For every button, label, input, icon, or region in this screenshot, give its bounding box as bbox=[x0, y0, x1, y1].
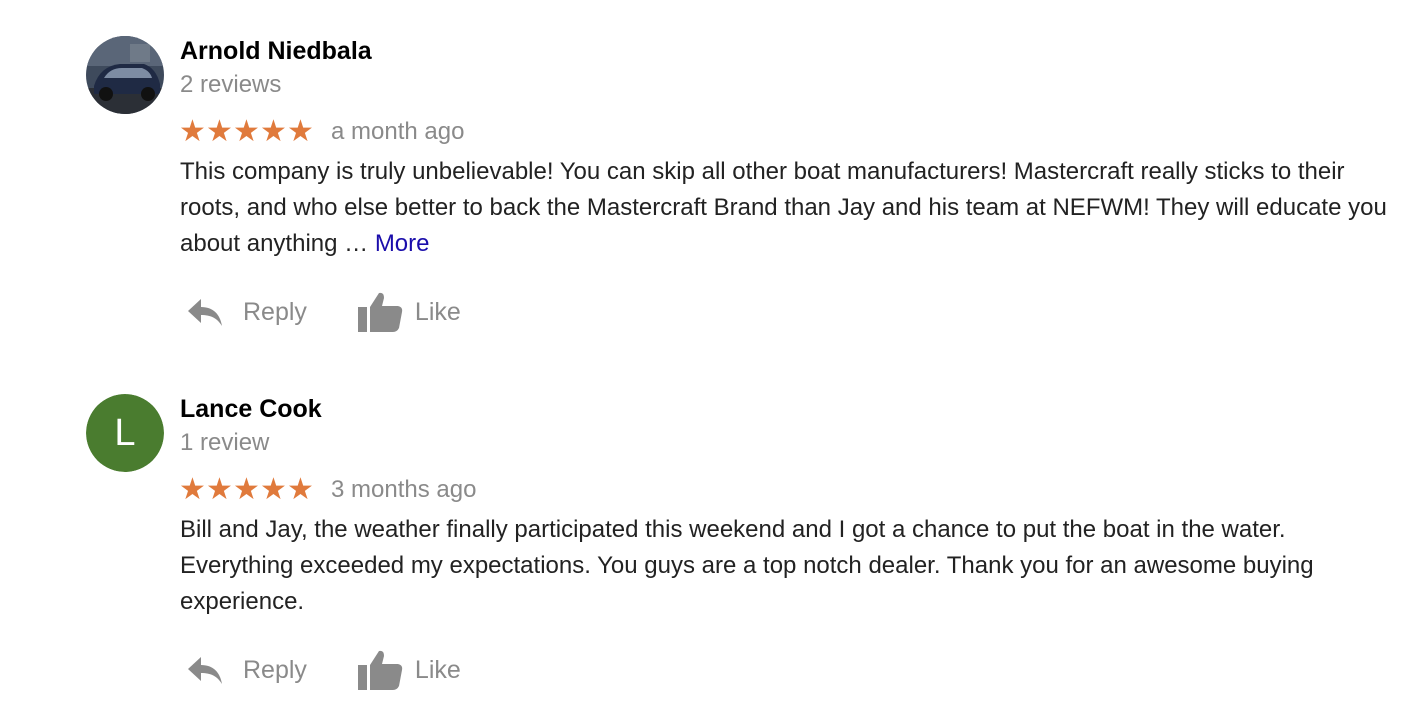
review-text: This company is truly unbelievable! You … bbox=[180, 154, 1395, 262]
reviewer-name[interactable]: Arnold Niedbala bbox=[180, 37, 372, 66]
review-body: Bill and Jay, the weather finally partic… bbox=[180, 516, 1314, 615]
rating-row: ★ ★ ★ ★ ★ a month ago bbox=[179, 116, 464, 148]
reply-arrow-icon bbox=[188, 657, 222, 684]
like-label: Like bbox=[414, 297, 461, 326]
reply-label: Reply bbox=[243, 297, 307, 326]
star-icon: ★ bbox=[233, 472, 260, 507]
star-icon: ★ bbox=[179, 114, 206, 149]
avatar-letter: L bbox=[86, 394, 164, 472]
star-icon: ★ bbox=[206, 114, 233, 149]
review-actions: Reply Like bbox=[187, 644, 461, 696]
like-button[interactable]: Like bbox=[357, 649, 461, 691]
reply-label: Reply bbox=[243, 655, 307, 684]
star-icon: ★ bbox=[260, 472, 287, 507]
reply-arrow-icon bbox=[188, 299, 222, 326]
rating-row: ★ ★ ★ ★ ★ 3 months ago bbox=[179, 474, 476, 506]
star-icon: ★ bbox=[233, 114, 260, 149]
reply-button[interactable]: Reply bbox=[187, 297, 307, 327]
reply-button[interactable]: Reply bbox=[187, 655, 307, 685]
review-card: Arnold Niedbala 2 reviews ★ ★ ★ ★ ★ a mo… bbox=[0, 0, 1420, 358]
reviewer-name[interactable]: Lance Cook bbox=[180, 395, 322, 424]
star-icon: ★ bbox=[206, 472, 233, 507]
like-label: Like bbox=[414, 655, 461, 684]
star-rating: ★ ★ ★ ★ ★ bbox=[179, 117, 314, 147]
like-button[interactable]: Like bbox=[357, 291, 461, 333]
star-rating: ★ ★ ★ ★ ★ bbox=[179, 475, 314, 505]
reviewer-avatar[interactable] bbox=[86, 36, 164, 114]
review-date: a month ago bbox=[331, 118, 465, 145]
thumbs-up-icon bbox=[357, 650, 403, 690]
more-link[interactable]: More bbox=[375, 230, 430, 257]
review-text: Bill and Jay, the weather finally partic… bbox=[180, 512, 1395, 620]
review-body: This company is truly unbelievable! You … bbox=[180, 158, 1387, 257]
reviewer-review-count[interactable]: 2 reviews bbox=[180, 71, 281, 99]
star-icon: ★ bbox=[287, 472, 314, 507]
car-photo-avatar-icon bbox=[86, 36, 164, 114]
star-icon: ★ bbox=[260, 114, 287, 149]
review-card: L Lance Cook 1 review ★ ★ ★ ★ ★ 3 months… bbox=[0, 358, 1420, 716]
review-actions: Reply Like bbox=[187, 286, 461, 338]
star-icon: ★ bbox=[179, 472, 206, 507]
thumbs-up-icon bbox=[357, 292, 403, 332]
star-icon: ★ bbox=[287, 114, 314, 149]
reviewer-avatar[interactable]: L bbox=[86, 394, 164, 472]
reviewer-review-count[interactable]: 1 review bbox=[180, 429, 269, 457]
review-date: 3 months ago bbox=[331, 476, 477, 503]
